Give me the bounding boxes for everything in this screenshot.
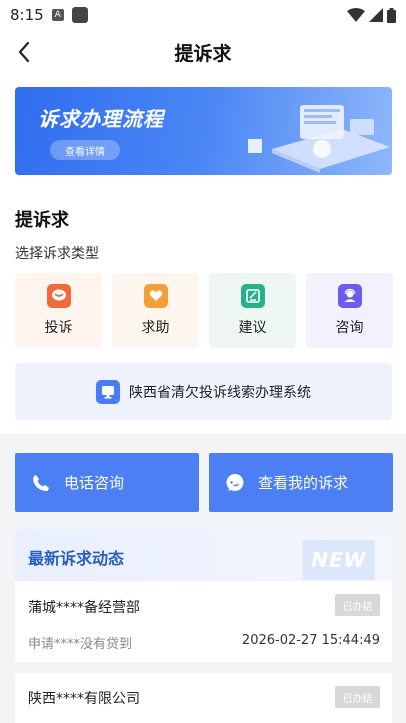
type-label: 建议 bbox=[238, 320, 267, 336]
chevron-left-icon bbox=[18, 41, 30, 63]
suggestion-icon bbox=[240, 284, 265, 308]
wifi-icon bbox=[347, 8, 365, 22]
type-complaint-tile[interactable]: 投诉 bbox=[15, 273, 102, 348]
signal-icon bbox=[369, 8, 383, 22]
appeal-type-subtitle: 选择诉求类型 bbox=[15, 246, 99, 262]
appeal-company-name: 蒲城****备经营部 bbox=[28, 600, 140, 616]
status-bar: 8:15 A bbox=[0, 0, 406, 30]
appeal-list-item[interactable]: 陕西****有限公司 已办结 bbox=[15, 673, 392, 723]
status-badge: 已办结 bbox=[335, 686, 380, 708]
battery-icon bbox=[387, 7, 396, 23]
banner-illustration bbox=[248, 105, 390, 173]
appeal-list-item[interactable]: 蒲城****备经营部 已办结 申请****没有贷到 2026-02-27 15:… bbox=[15, 581, 392, 662]
type-consult-tile[interactable]: 咨询 bbox=[306, 273, 393, 348]
view-my-appeals-label: 查看我的诉求 bbox=[258, 474, 349, 492]
type-label: 咨询 bbox=[335, 320, 364, 336]
view-my-appeals-button[interactable]: 查看我的诉求 bbox=[209, 453, 393, 512]
system-label: 陕西省清欠投诉线索办理系统 bbox=[129, 384, 311, 401]
process-banner[interactable]: 诉求办理流程 查看详情 bbox=[15, 87, 392, 175]
appeal-company-name: 陕西****有限公司 bbox=[28, 691, 140, 707]
type-label: 求助 bbox=[141, 320, 170, 336]
page-title: 提诉求 bbox=[174, 42, 232, 65]
help-icon bbox=[143, 284, 168, 308]
latest-appeals-header: 最新诉求动态 NEW bbox=[15, 529, 392, 581]
phone-consult-button[interactable]: 电话咨询 bbox=[15, 453, 199, 512]
type-label: 投诉 bbox=[44, 320, 73, 336]
section-title: 提诉求 bbox=[15, 210, 69, 231]
appeal-timestamp: 2026-02-27 15:44:49 bbox=[241, 633, 380, 648]
status-badge: 已办结 bbox=[335, 594, 380, 616]
nav-bar: 提诉求 bbox=[0, 30, 406, 74]
appeal-description: 申请****没有贷到 bbox=[28, 637, 133, 652]
arrears-system-link[interactable]: 陕西省清欠投诉线索办理系统 bbox=[15, 363, 392, 420]
type-help-tile[interactable]: 求助 bbox=[112, 273, 199, 348]
monitor-icon bbox=[96, 379, 120, 404]
latest-appeals-title: 最新诉求动态 bbox=[28, 549, 125, 568]
banner-title: 诉求办理流程 bbox=[38, 107, 164, 131]
complaint-icon bbox=[46, 284, 71, 308]
notification-app-icon bbox=[71, 7, 88, 23]
type-suggestion-tile[interactable]: 建议 bbox=[209, 273, 296, 348]
consult-icon bbox=[337, 284, 362, 308]
chat-bubble-icon bbox=[224, 472, 246, 494]
new-badge: NEW bbox=[303, 540, 375, 580]
notification-a-icon: A bbox=[51, 9, 64, 21]
back-button[interactable] bbox=[10, 38, 38, 66]
phone-consult-label: 电话咨询 bbox=[64, 474, 125, 492]
phone-icon bbox=[30, 472, 52, 494]
appeal-panel: 诉求办理流程 查看详情 提诉求 选择诉求类型 投诉 求助 建议 咨询 陕西省清欠… bbox=[0, 74, 406, 434]
status-time: 8:15 bbox=[10, 6, 44, 24]
view-details-button[interactable]: 查看详情 bbox=[50, 140, 120, 160]
